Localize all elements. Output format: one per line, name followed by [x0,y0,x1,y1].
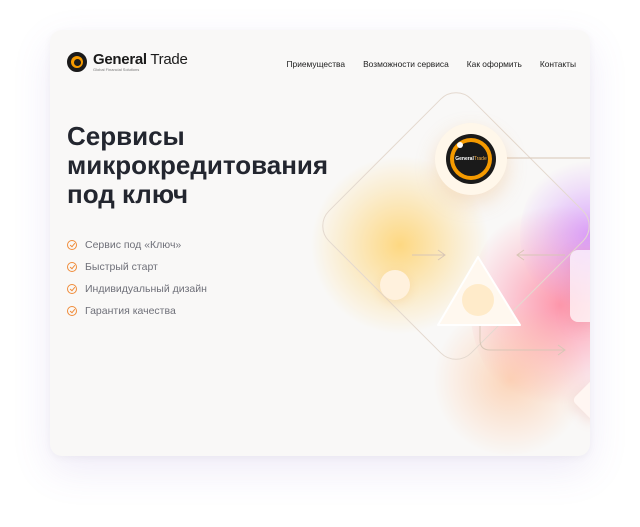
feature-item: Индивидуальный дизайн [67,278,207,300]
feature-label: Быстрый старт [85,261,158,273]
square-tile-shape [570,250,590,322]
small-circle-shape [380,270,410,300]
hero-title: Сервисы микрокредитования под ключ [67,122,328,209]
feature-label: Гарантия качества [85,305,176,317]
brand-badge: GeneralTrade [435,123,507,195]
nav-item-service-features[interactable]: Возможности сервиса [363,59,449,69]
feature-label: Сервис под «Ключ» [85,239,182,251]
feature-list: Сервис под «Ключ» Быстрый старт Индивиду… [67,234,207,322]
brand-wordmark: General Trade Global Financial Solutions [93,52,188,72]
brand-logo[interactable]: General Trade Global Financial Solutions [67,52,188,72]
hero-title-line: под ключ [67,179,189,209]
check-circle-icon [67,240,77,250]
brand-name: General Trade [93,51,188,68]
feature-item: Гарантия качества [67,300,207,322]
hero-title-line: микрокредитования [67,150,329,180]
triangle-inner-glow [462,284,494,316]
nav-item-how-to-apply[interactable]: Как оформить [467,59,522,69]
brand-tagline: Global Financial Solutions [93,67,140,72]
landing-card: General Trade Global Financial Solutions… [50,30,590,456]
feature-label: Индивидуальный дизайн [85,283,207,295]
eye-logo-icon: GeneralTrade [446,134,496,184]
check-circle-icon [67,262,77,272]
hero-illustration: GeneralTrade [310,83,590,456]
top-nav: Приемущества Возможности сервиса Как офо… [287,59,576,69]
nav-item-advantages[interactable]: Приемущества [287,59,346,69]
feature-item: Быстрый старт [67,256,207,278]
hero-title-line: Сервисы [67,121,185,151]
feature-item: Сервис под «Ключ» [67,234,207,256]
nav-item-contacts[interactable]: Контакты [540,59,576,69]
check-circle-icon [67,306,77,316]
badge-wordmark: GeneralTrade [455,156,487,162]
check-circle-icon [67,284,77,294]
eye-logo-icon [67,52,87,72]
